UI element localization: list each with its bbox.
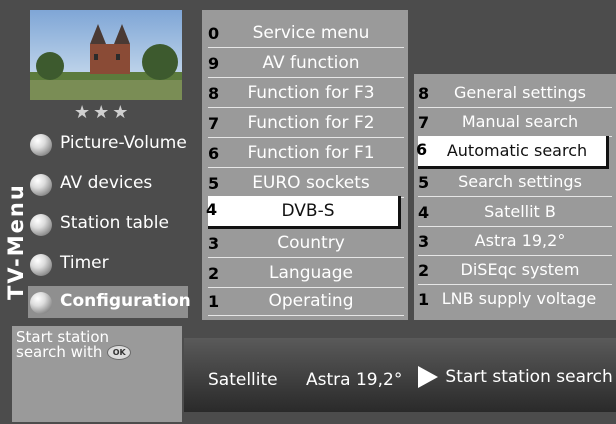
divider <box>418 226 612 227</box>
menu-item-operating[interactable]: 1 Operating <box>208 288 404 316</box>
preview-thumbnail <box>30 10 182 100</box>
ball-icon <box>30 254 52 276</box>
ball-icon <box>30 292 52 314</box>
divider <box>418 284 612 285</box>
menu-item-euro-sockets[interactable]: 5 EURO sockets <box>208 170 404 198</box>
hint-line-2-wrap: search with OK <box>16 343 132 361</box>
status-label: Satellite <box>208 370 278 390</box>
divider <box>208 47 404 48</box>
header-block <box>412 10 616 72</box>
start-search-action[interactable]: Start station search <box>418 366 613 388</box>
menu-item-language[interactable]: 2 Language <box>208 260 404 288</box>
menu-item-general-settings[interactable]: 8 General settings <box>418 80 612 108</box>
menu-item-search-settings[interactable]: 5 Search settings <box>418 169 612 197</box>
divider <box>208 107 404 108</box>
menu-item-country[interactable]: 3 Country <box>208 230 404 258</box>
play-arrow-icon <box>418 366 438 388</box>
menu-item-function-f2[interactable]: 7 Function for F2 <box>208 110 404 138</box>
divider <box>208 77 404 78</box>
menu-item-diseqc-system[interactable]: 2 DiSEqc system <box>418 257 612 285</box>
divider <box>418 196 612 197</box>
menu-item-automatic-search[interactable]: 6 Automatic search <box>416 136 609 169</box>
menu-item-service-menu[interactable]: 0 Service menu <box>208 20 404 48</box>
menu-item-function-f1[interactable]: 6 Function for F1 <box>208 140 404 168</box>
status-value: Astra 19,2° <box>306 370 403 390</box>
divider <box>418 107 612 108</box>
hint-box: Start station search with OK <box>12 326 182 422</box>
menu-item-astra[interactable]: 3 Astra 19,2° <box>418 228 612 256</box>
ball-icon <box>30 174 52 196</box>
start-search-label: Start station search <box>445 367 613 387</box>
hint-line-2: search with <box>16 343 103 361</box>
right-menu-list: 8 General settings 7 Manual search 6 Aut… <box>416 80 612 316</box>
divider <box>208 167 404 168</box>
menu-item-function-f3[interactable]: 8 Function for F3 <box>208 80 404 108</box>
divider <box>208 257 404 258</box>
ball-icon <box>30 214 52 236</box>
menu-item-lnb-supply-voltage[interactable]: 1 LNB supply voltage <box>418 286 612 314</box>
rating-stars: ★★★ <box>74 102 132 123</box>
nav-item-configuration[interactable]: Configuration <box>28 286 191 318</box>
divider <box>418 255 612 256</box>
menu-item-satellit-b[interactable]: 4 Satellit B <box>418 199 612 227</box>
divider <box>208 137 404 138</box>
menu-item-manual-search[interactable]: 7 Manual search <box>418 109 612 137</box>
menu-item-av-function[interactable]: 9 AV function <box>208 50 404 78</box>
ball-icon <box>30 134 52 156</box>
menu-item-dvb-s[interactable]: 4 DVB-S <box>206 196 401 229</box>
ok-button-icon: OK <box>107 345 132 360</box>
middle-menu-list: 0 Service menu 9 AV function 8 Function … <box>206 20 404 320</box>
divider <box>208 315 404 316</box>
